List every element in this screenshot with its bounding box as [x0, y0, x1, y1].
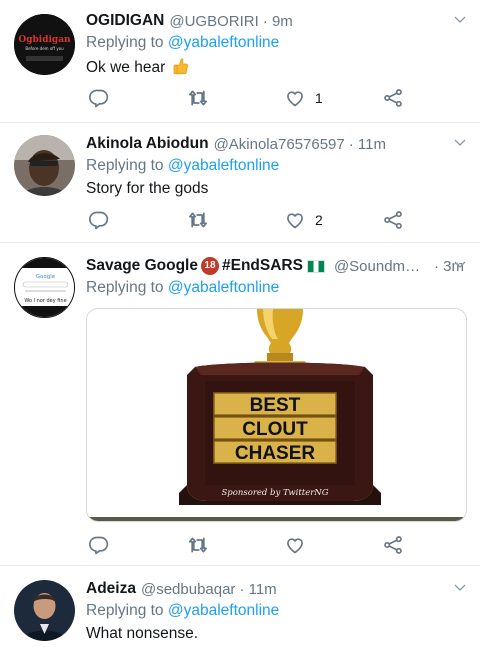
share-icon: [383, 88, 403, 108]
plate-text-2: CLOUT: [242, 419, 308, 440]
tweet-actions: 2: [89, 208, 419, 232]
tweet-text: Ok we hear: [86, 57, 468, 79]
replying-prefix: Replying to: [86, 34, 168, 51]
tweet-text: What nonsense.: [86, 625, 199, 642]
plate-text-3: CHASER: [235, 443, 316, 464]
replying-to: Replying to @yabaleftonline: [86, 602, 468, 622]
like-count: 2: [315, 212, 323, 228]
like-icon: [285, 210, 305, 230]
replying-prefix: Replying to: [86, 279, 168, 296]
tweet[interactable]: Akinola Abiodun @Akinola76576597 · 11m R…: [0, 123, 480, 243]
chevron-down-icon[interactable]: [452, 135, 468, 151]
chevron-down-icon[interactable]: [452, 580, 468, 596]
tweet[interactable]: Adeiza @sedbubaqar · 11m Replying to @ya…: [0, 566, 480, 647]
tweet-actions: 1: [89, 86, 419, 110]
user-handle[interactable]: @Akinola76576597: [214, 136, 345, 153]
reply-button[interactable]: [89, 533, 109, 557]
timestamp[interactable]: · 11m: [239, 581, 276, 598]
like-count: 1: [315, 90, 323, 106]
avatar[interactable]: Ogbidigan Before dem off you: [14, 14, 75, 75]
display-name[interactable]: OGIDIGAN: [86, 12, 164, 30]
retweet-button[interactable]: [188, 208, 208, 232]
tweet-header: Akinola Abiodun @Akinola76576597 · 11m: [86, 133, 468, 155]
user-handle[interactable]: @sedbubaqar: [141, 581, 235, 598]
replying-prefix: Replying to: [86, 157, 168, 174]
tweet-text-body: Ok we hear: [86, 59, 166, 76]
avatar-logo-subtext: Before dem off you: [25, 46, 64, 51]
tweet[interactable]: Google Wo l nor dey fine Savage Google 1…: [0, 243, 480, 566]
display-name[interactable]: Savage Google: [86, 257, 198, 275]
tweet-text: Story for the gods: [86, 180, 209, 197]
tweet[interactable]: Ogbidigan Before dem off you OGIDIGAN @U…: [0, 0, 480, 123]
chevron-down-icon[interactable]: [452, 257, 468, 273]
avatar[interactable]: [14, 135, 75, 196]
mention-link[interactable]: @yabaleftonline: [168, 34, 279, 51]
thumbs-up-emoji-icon: [173, 58, 188, 75]
mention-link[interactable]: @yabaleftonline: [168, 157, 279, 174]
avatar-google-text: Google: [36, 274, 56, 280]
reply-button[interactable]: [89, 86, 109, 110]
tweet-actions: [89, 533, 419, 557]
replying-to: Replying to @yabaleftonline: [86, 34, 468, 54]
mention-link[interactable]: @yabaleftonline: [168, 279, 279, 296]
share-icon: [383, 535, 403, 555]
like-button[interactable]: 1: [285, 86, 323, 110]
age-18-badge-icon: 18: [200, 257, 219, 275]
reply-button[interactable]: [89, 208, 109, 232]
like-icon: [285, 88, 305, 108]
retweet-icon: [188, 535, 208, 555]
share-button[interactable]: [383, 533, 403, 557]
reply-icon: [89, 210, 109, 230]
hashtag[interactable]: #EndSARS: [222, 257, 303, 275]
user-handle[interactable]: @Soundma...: [334, 258, 424, 275]
reply-icon: [89, 88, 109, 108]
share-button[interactable]: [383, 208, 403, 232]
tweet-header: OGIDIGAN @UGBORIRI · 9m: [86, 10, 468, 32]
retweet-icon: [188, 210, 208, 230]
retweet-icon: [188, 88, 208, 108]
tweet-header: Adeiza @sedbubaqar · 11m: [86, 578, 468, 600]
avatar-logo-text: Ogbidigan: [18, 35, 71, 45]
avatar[interactable]: [14, 580, 75, 641]
retweet-button[interactable]: [188, 86, 208, 110]
share-button[interactable]: [383, 86, 403, 110]
display-name[interactable]: Akinola Abiodun: [86, 135, 209, 153]
reply-icon: [89, 535, 109, 555]
share-icon: [383, 210, 403, 230]
chevron-down-icon[interactable]: [452, 12, 468, 28]
plate-text-1: BEST: [250, 395, 301, 416]
retweet-button[interactable]: [188, 533, 208, 557]
timestamp[interactable]: · 11m: [349, 136, 386, 153]
avatar-caption: Wo l nor dey fine: [24, 298, 66, 304]
replying-to: Replying to @yabaleftonline: [86, 157, 468, 177]
tweet-header: Savage Google 18 #EndSARS @Soundma... · …: [86, 255, 468, 277]
display-name[interactable]: Adeiza: [86, 580, 136, 598]
timestamp[interactable]: · 9m: [263, 13, 293, 30]
like-button[interactable]: [285, 533, 305, 557]
sponsor-signature: Sponsored by TwitterNG: [221, 488, 328, 498]
replying-prefix: Replying to: [86, 602, 168, 619]
avatar[interactable]: Google Wo l nor dey fine: [14, 257, 75, 318]
user-handle[interactable]: @UGBORIRI: [169, 13, 258, 30]
tweet-image[interactable]: BEST CLOUT CHASER Sponsored by TwitterNG: [86, 308, 467, 522]
nigeria-flag-icon: [306, 259, 325, 273]
mention-link[interactable]: @yabaleftonline: [168, 602, 279, 619]
like-button[interactable]: 2: [285, 208, 323, 232]
like-icon: [285, 535, 305, 555]
replying-to: Replying to @yabaleftonline: [86, 279, 468, 299]
